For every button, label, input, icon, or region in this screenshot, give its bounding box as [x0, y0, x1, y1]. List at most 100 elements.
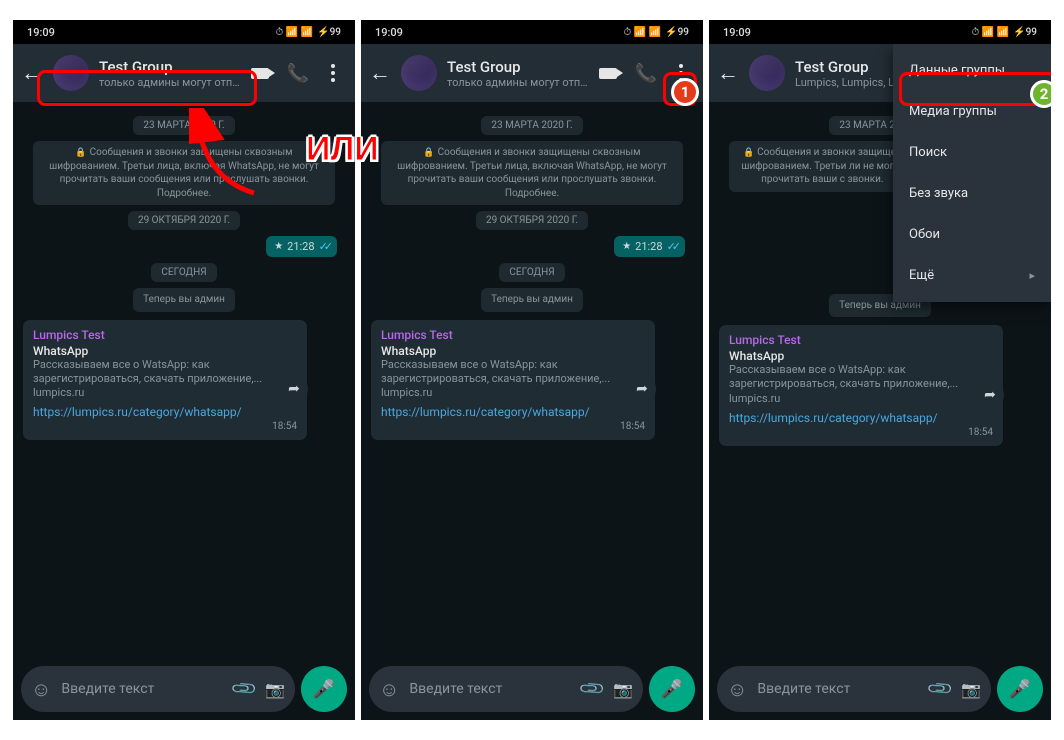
status-icons: ⏱ 📶 📶 ⚡99 — [623, 27, 689, 38]
link-preview-card[interactable]: Lumpics Test WhatsApp Рассказываем все о… — [371, 320, 655, 441]
date-chip: 29 ОКТЯБРЯ 2020 Г. — [476, 211, 588, 230]
camera-icon[interactable]: 📷 — [613, 680, 633, 699]
annotation-arrow — [189, 108, 269, 208]
video-call-icon[interactable] — [599, 68, 617, 79]
encryption-notice[interactable]: 🔒Сообщения и звонки защищены сквозным ши… — [33, 141, 336, 205]
message-time: 18:54 — [729, 427, 993, 438]
input-placeholder: Введите текст — [61, 681, 223, 697]
status-bar: 19:09 ⏱ 📶 📶 ⚡99 — [709, 20, 1051, 44]
message-input[interactable]: ☺ Введите текст 📎 📷 — [21, 666, 295, 712]
admin-notice: Теперь вы админ — [481, 288, 583, 312]
annotation-badge-2: 2 — [1030, 80, 1051, 108]
group-avatar[interactable] — [53, 55, 89, 91]
back-arrow-icon[interactable]: ← — [717, 60, 739, 86]
attach-icon[interactable]: 📎 — [926, 674, 955, 703]
group-title-block[interactable]: Test Group только админы могут отпра... — [447, 58, 589, 89]
forward-icon[interactable]: ➦ — [280, 375, 308, 403]
forward-icon[interactable]: ➦ — [628, 375, 656, 403]
phone-screenshot-2: 19:09 ⏱ 📶 📶 ⚡99 ← Test Group только адми… — [361, 20, 703, 720]
menu-label: Ещё — [909, 268, 934, 283]
preview-description: Рассказываем все о WatsApp: как зарегист… — [729, 363, 993, 392]
menu-item-search[interactable]: Поиск — [893, 132, 1051, 173]
group-title-block[interactable]: Test Group только админы могут отпра... — [99, 58, 241, 89]
menu-item-mute[interactable]: Без звука — [893, 173, 1051, 214]
link-preview-card[interactable]: Lumpics Test WhatsApp Рассказываем все о… — [719, 325, 1003, 446]
voice-call-icon[interactable]: 📞 — [287, 63, 309, 84]
menu-item-more[interactable]: Ещё ▸ — [893, 255, 1051, 296]
message-time: 21:28 — [287, 240, 314, 253]
encryption-notice[interactable]: 🔒Сообщения и звонки защищен шифрованием.… — [729, 141, 916, 192]
message-input[interactable]: ☺ Введите текст 📎 📷 — [369, 666, 643, 712]
voice-call-icon[interactable]: 📞 — [635, 63, 657, 84]
phone-screenshot-3: 19:09 ⏱ 📶 📶 ⚡99 ← Test Group Lumpics, Lu… — [709, 20, 1051, 720]
input-bar: ☺ Введите текст 📎 📷 🎤 — [717, 666, 1043, 712]
message-time: 21:28 — [635, 240, 662, 253]
back-arrow-icon[interactable]: ← — [21, 60, 43, 86]
today-chip: СЕГОДНЯ — [151, 263, 216, 282]
sender-name: Lumpics Test — [381, 328, 645, 342]
preview-title: WhatsApp — [729, 349, 993, 363]
input-placeholder: Введите текст — [757, 681, 919, 697]
lock-icon: 🔒 — [423, 148, 434, 158]
menu-label: Медиа группы — [909, 104, 997, 119]
incoming-card-wrap: Lumpics Test WhatsApp Рассказываем все о… — [719, 325, 1003, 446]
menu-label: Данные группы — [909, 63, 1005, 78]
attach-icon[interactable]: 📎 — [578, 674, 607, 703]
preview-link[interactable]: https://lumpics.ru/category/whatsapp/ — [729, 411, 993, 425]
input-placeholder: Введите текст — [409, 681, 571, 697]
outgoing-message[interactable]: ★21:28✓✓ — [266, 236, 337, 257]
sender-name: Lumpics Test — [729, 333, 993, 347]
message-input[interactable]: ☺ Введите текст 📎 📷 — [717, 666, 991, 712]
emoji-icon[interactable]: ☺ — [379, 677, 399, 702]
mic-button[interactable]: 🎤 — [997, 666, 1043, 712]
incoming-card-wrap: Lumpics Test WhatsApp Рассказываем все о… — [23, 320, 307, 441]
outgoing-message[interactable]: ★21:28✓✓ — [614, 236, 685, 257]
mic-button[interactable]: 🎤 — [649, 666, 695, 712]
chat-body[interactable]: 23 МАРТА 2020 Г. 🔒Сообщения и звонки защ… — [13, 102, 355, 666]
camera-icon[interactable]: 📷 — [265, 680, 285, 699]
menu-label: Поиск — [909, 145, 947, 160]
preview-title: WhatsApp — [381, 344, 645, 358]
emoji-icon[interactable]: ☺ — [727, 677, 747, 702]
menu-item-group-media[interactable]: Медиа группы — [893, 91, 1051, 132]
today-chip: СЕГОДНЯ — [499, 263, 564, 282]
app-bar: ← Test Group только админы могут отпра..… — [13, 44, 355, 102]
app-bar: ← Test Group только админы могут отпра..… — [361, 44, 703, 102]
group-subtitle: только админы могут отпра... — [447, 76, 589, 89]
star-icon: ★ — [274, 241, 283, 252]
chat-body[interactable]: 23 МАРТА 2020 Г. 🔒Сообщения и звонки защ… — [361, 102, 703, 666]
preview-link[interactable]: https://lumpics.ru/category/whatsapp/ — [381, 405, 645, 419]
preview-site: lumpics.ru — [729, 392, 993, 405]
or-annotation: ИЛИ — [306, 130, 379, 169]
attach-icon[interactable]: 📎 — [230, 674, 259, 703]
menu-item-wallpaper[interactable]: Обои — [893, 214, 1051, 255]
group-name: Test Group — [99, 58, 241, 76]
forward-icon[interactable]: ➦ — [976, 381, 1004, 409]
back-arrow-icon[interactable]: ← — [369, 60, 391, 86]
star-icon: ★ — [622, 241, 631, 252]
sender-name: Lumpics Test — [33, 328, 297, 342]
date-chip: 23 МАРТА 2020 Г. — [481, 116, 582, 135]
date-chip: 29 ОКТЯБРЯ 2020 Г. — [128, 211, 240, 230]
annotation-badge-1: 1 — [671, 78, 699, 106]
camera-icon[interactable]: 📷 — [961, 680, 981, 699]
options-dropdown: Данные группы Медиа группы Поиск Без зву… — [893, 44, 1051, 302]
group-avatar[interactable] — [749, 55, 785, 91]
status-icons: ⏱ 📶 📶 ⚡99 — [971, 27, 1037, 38]
group-subtitle: только админы могут отпра... — [99, 76, 241, 89]
more-options-icon[interactable] — [327, 60, 339, 86]
menu-label: Без звука — [909, 186, 968, 201]
emoji-icon[interactable]: ☺ — [31, 677, 51, 702]
preview-description: Рассказываем все о WatsApp: как зарегист… — [381, 358, 645, 387]
menu-item-group-info[interactable]: Данные группы — [893, 50, 1051, 91]
encryption-notice[interactable]: 🔒Сообщения и звонки защищены сквозным ши… — [381, 141, 684, 205]
group-avatar[interactable] — [401, 55, 437, 91]
lock-icon: 🔒 — [75, 148, 86, 158]
message-time: 18:54 — [381, 421, 645, 432]
video-call-icon[interactable] — [251, 68, 269, 79]
preview-link[interactable]: https://lumpics.ru/category/whatsapp/ — [33, 405, 297, 419]
preview-title: WhatsApp — [33, 344, 297, 358]
link-preview-card[interactable]: Lumpics Test WhatsApp Рассказываем все о… — [23, 320, 307, 441]
mic-button[interactable]: 🎤 — [301, 666, 347, 712]
chevron-right-icon: ▸ — [1029, 269, 1035, 282]
